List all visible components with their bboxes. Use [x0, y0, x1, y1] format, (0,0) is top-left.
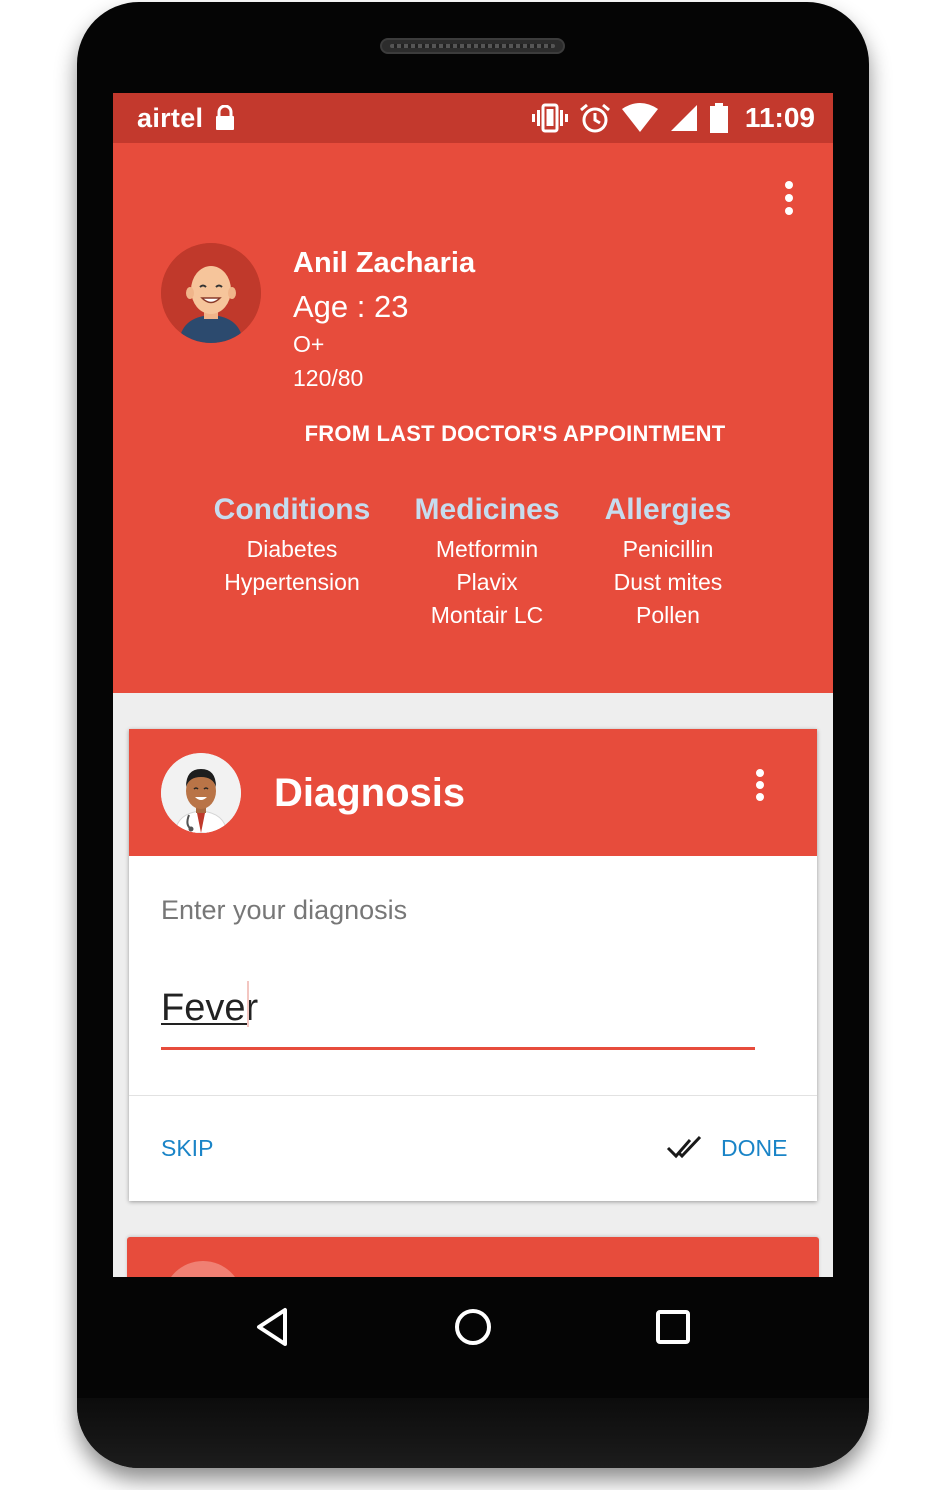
text-cursor	[247, 981, 249, 1027]
vibrate-icon	[531, 103, 568, 133]
status-bar: airtel 11:09	[113, 93, 833, 143]
double-check-icon[interactable]	[666, 1134, 704, 1160]
status-icons: 11:09	[531, 101, 815, 135]
signal-icon	[670, 105, 697, 131]
recents-icon[interactable]	[651, 1305, 695, 1349]
navigation-bar	[113, 1277, 833, 1377]
more-options-icon[interactable]	[783, 181, 795, 215]
clock: 11:09	[744, 102, 815, 133]
medicines-title: Medicines	[414, 493, 560, 526]
done-button[interactable]: DONE	[721, 1135, 787, 1162]
patient-avatar	[161, 243, 261, 343]
diagnosis-label: Enter your diagnosis	[161, 895, 408, 925]
medicine-item: Plavix	[456, 569, 518, 595]
battery-icon	[709, 103, 728, 133]
condition-item: Diabetes	[246, 536, 338, 562]
app-screen: airtel 11:09 Anil Zacharia Age: 23 O+ 1…	[113, 93, 833, 1277]
medicine-item: Montair LC	[430, 602, 544, 628]
patient-age: Age : 23	[293, 289, 409, 324]
medicines-column: Medicines Metformin Plavix Montair LC	[387, 493, 587, 632]
allergy-item: Pollen	[636, 602, 700, 628]
diagnosis-card-header: Diagnosis	[129, 729, 817, 856]
patient-profile-header: Anil Zacharia Age : 23 O+ 120/80 FROM LA…	[113, 143, 833, 693]
phone-chin	[77, 1398, 869, 1468]
diagnosis-card: Diagnosis Enter your diagnosis SKIP DONE	[129, 729, 817, 1201]
conditions-title: Conditions	[213, 493, 371, 526]
condition-item: Hypertension	[224, 569, 360, 595]
more-options-icon[interactable]	[754, 769, 766, 801]
patient-blood-pressure: 120/80	[293, 365, 364, 391]
skip-button[interactable]: SKIP	[161, 1135, 213, 1162]
diagnosis-input[interactable]	[161, 979, 755, 1037]
last-appointment-heading: FROM LAST DOCTOR'S APPOINTMENT	[304, 421, 726, 446]
allergies-column: Allergies Penicillin Dust mites Pollen	[568, 493, 768, 632]
earpiece-speaker	[380, 38, 565, 54]
lock-icon	[216, 105, 234, 130]
medicine-item: Metformin	[435, 536, 539, 562]
doctor-avatar	[161, 753, 241, 833]
allergies-title: Allergies	[604, 493, 732, 526]
back-icon[interactable]	[251, 1305, 295, 1349]
patient-name: Anil Zacharia	[293, 247, 476, 279]
next-card-avatar	[163, 1261, 243, 1277]
home-icon[interactable]	[451, 1305, 495, 1349]
card-divider	[129, 1095, 817, 1096]
patient-blood-group: O+	[293, 331, 325, 357]
next-card-header	[127, 1237, 819, 1277]
allergy-item: Dust mites	[613, 569, 723, 595]
carrier-name: airtel	[137, 103, 204, 133]
spellcheck-underline	[161, 1023, 247, 1025]
allergy-item: Penicillin	[622, 536, 714, 562]
input-underline	[161, 1047, 755, 1050]
alarm-icon	[579, 103, 610, 133]
wifi-icon	[621, 103, 658, 132]
conditions-column: Conditions Diabetes Hypertension	[192, 493, 392, 599]
diagnosis-title: Diagnosis	[274, 771, 466, 815]
